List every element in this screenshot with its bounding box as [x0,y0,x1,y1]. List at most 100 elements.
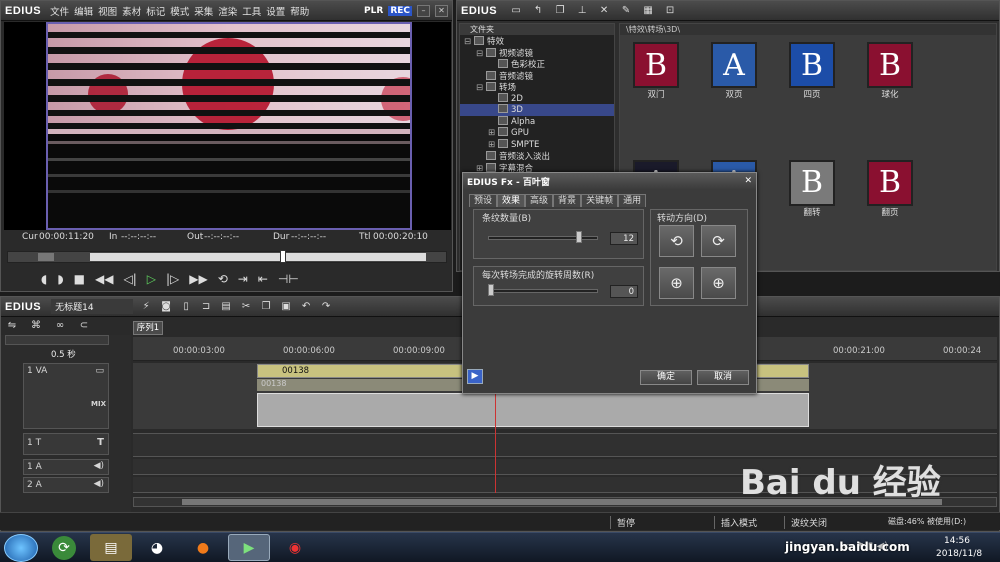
tree-item[interactable]: 音频滤镜 [460,70,614,82]
speaker-icon[interactable]: ◀) [94,479,104,489]
rotations-slider-knob[interactable] [488,284,494,296]
set-out-icon[interactable]: ◗ [57,272,63,286]
tab-keyframe[interactable]: 关键帧 [581,194,619,207]
transition-thumb[interactable]: A 双页 [704,42,764,150]
up-folder-icon[interactable]: ↰ [531,5,545,17]
cut-icon[interactable]: ✂ [239,301,253,313]
tab-advanced[interactable]: 高级 [525,194,554,207]
tab-background[interactable]: 背景 [553,194,582,207]
tree-item[interactable]: ⊟ 视频滤镜 [460,47,614,59]
new-sequence-icon[interactable]: ▯ [179,301,193,313]
menu-capture[interactable]: 采集 [194,4,213,18]
record-app-icon[interactable]: ◉ [274,534,316,561]
ripple-icon[interactable]: ⌘ [29,320,43,332]
ok-button[interactable]: 确定 [640,370,692,385]
tree-expander-icon[interactable]: ⊞ [488,140,498,150]
rec-toggle[interactable]: REC [388,5,412,16]
tree-item[interactable]: ⊟ 转场 [460,81,614,93]
split-icon[interactable]: ⊣⊢ [278,272,299,286]
play-icon[interactable]: ▷ [147,272,156,286]
menu-file[interactable]: 文件 [50,4,69,18]
tree-expander-icon[interactable]: ⊟ [476,83,486,93]
copy-icon[interactable]: ❐ [553,5,567,17]
rotations-value[interactable]: 0 [610,285,638,298]
tree-item[interactable]: 3D [460,104,614,116]
tree-item[interactable]: 色彩校正 [460,58,614,70]
rotate-ccw-button[interactable]: ⟲ [659,225,694,257]
step-back-icon[interactable]: ◁| [123,272,136,286]
stripes-slider-knob[interactable] [576,231,583,243]
tree-item[interactable]: 2D [460,92,614,105]
tree-expander-icon[interactable]: ⊟ [476,49,486,59]
link-icon[interactable]: ∞ [53,320,67,332]
add-icon[interactable]: ⊥ [575,5,589,17]
menu-marker[interactable]: 标记 [146,4,165,18]
play-preview-button[interactable]: ▶ [467,369,483,384]
stripes-value[interactable]: 12 [610,232,638,245]
rotate-horizontal-left-button[interactable]: ⊕ [659,267,694,299]
rotate-horizontal-right-button[interactable]: ⊕ [701,267,736,299]
menu-mode[interactable]: 模式 [170,4,189,18]
playhead-handle[interactable] [280,250,286,263]
shuttle-handle[interactable] [38,253,54,261]
track-header-1a[interactable]: 1 A ◀) [23,459,109,475]
mode-icon[interactable]: ⇋ [5,320,19,332]
paste-icon[interactable]: ▣ [279,301,293,313]
stop-icon[interactable]: ■ [74,272,85,286]
lock-icon[interactable]: ⊡ [663,5,677,17]
rotate-cw-button[interactable]: ⟳ [701,225,736,257]
tree-item[interactable]: ⊞ GPU [460,127,614,139]
fast-forward-icon[interactable]: ▶▶ [189,272,207,286]
refresh-app-icon[interactable]: ⟳ [52,535,76,560]
speaker-icon[interactable]: ◀) [94,461,104,471]
copy-clip-icon[interactable]: ❐ [259,301,273,313]
zoom-slider[interactable] [5,335,109,345]
menu-clip[interactable]: 素材 [122,4,141,18]
properties-icon[interactable]: ✎ [619,5,633,17]
tab-effect[interactable]: 效果 [497,194,526,207]
loop-icon[interactable]: ⟲ [218,272,228,286]
zoom-value[interactable]: 0.5 秒 [51,348,76,360]
dialog-close-icon[interactable]: ✕ [744,176,752,186]
track-lane-1t[interactable] [133,433,997,457]
edius-task-icon[interactable]: ▶ [228,534,270,561]
transition-thumb[interactable]: B 翻页 [860,159,920,268]
set-in-icon[interactable]: ◖ [41,272,47,286]
undo-icon[interactable]: ↶ [299,301,313,313]
transition-thumb[interactable]: B 双门 [626,42,686,150]
rewind-icon[interactable]: ◀◀ [95,272,113,286]
redo-icon[interactable]: ↷ [319,301,333,313]
menu-settings[interactable]: 设置 [266,4,285,18]
track-header-1t[interactable]: 1 T T [23,433,109,455]
tree-item[interactable]: Alpha [460,115,614,128]
open-icon[interactable]: ⊐ [199,301,213,313]
insert-icon[interactable]: ⇥ [238,272,248,286]
project-name[interactable]: 无标题14 [51,299,134,314]
rotations-slider[interactable] [488,289,598,293]
view-mode-icon[interactable]: ▦ [641,5,655,17]
overwrite-icon[interactable]: ⇤ [258,272,268,286]
minimize-button[interactable]: – [417,4,430,17]
qq-icon[interactable]: ◕ [136,534,178,561]
explorer-icon[interactable]: ▤ [90,534,132,561]
step-forward-icon[interactable]: |▷ [166,272,179,286]
tab-general[interactable]: 通用 [618,194,647,207]
transition-thumb[interactable]: B 四页 [782,42,842,150]
position-bar[interactable] [90,253,426,261]
cancel-button[interactable]: 取消 [697,370,749,385]
delete-icon[interactable]: ✕ [597,5,611,17]
sequence-tab[interactable]: 序列1 [133,321,163,335]
plr-toggle[interactable]: PLR [364,6,383,16]
menu-view[interactable]: 视图 [98,4,117,18]
tree-item[interactable]: 音频淡入淡出 [460,150,614,162]
track-header-1va[interactable]: 1 VA ▭ MIX [23,363,109,429]
tree-expander-icon[interactable]: ⊟ [464,37,474,47]
transition-thumb[interactable]: B 球化 [860,42,920,150]
tree-expander-icon[interactable]: ⊞ [488,128,498,138]
tree-item[interactable]: ⊞ SMPTE [460,138,614,151]
start-button[interactable] [4,533,38,562]
player-scrubber[interactable] [7,250,447,263]
magic-wand-icon[interactable]: ⚡ [139,301,153,313]
firefox-icon[interactable]: ● [182,534,224,561]
sync-icon[interactable]: ⊂ [77,320,91,332]
